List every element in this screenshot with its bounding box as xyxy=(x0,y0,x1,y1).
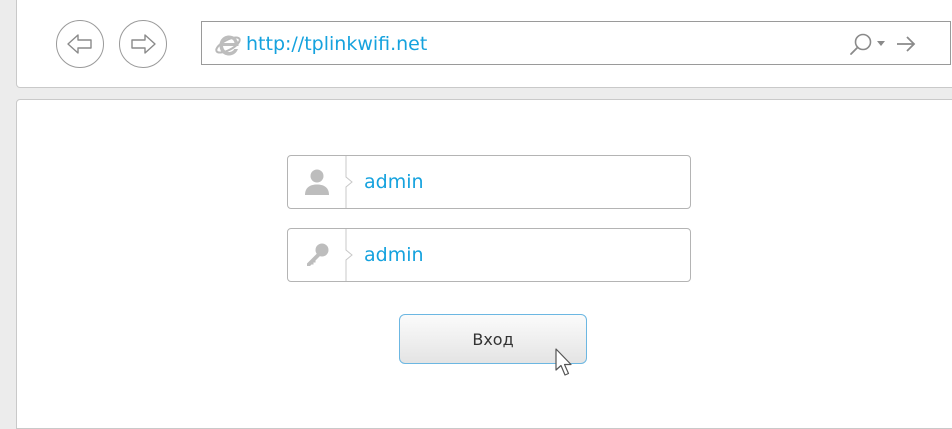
back-arrow-icon xyxy=(67,34,92,54)
username-value: admin xyxy=(364,171,424,193)
mouse-pointer-icon xyxy=(555,348,572,376)
back-button[interactable] xyxy=(56,20,104,68)
username-field[interactable]: admin xyxy=(287,155,691,209)
address-bar[interactable]: http://tplinkwifi.net xyxy=(201,21,951,65)
user-icon xyxy=(305,169,329,195)
password-value: admin xyxy=(364,244,424,266)
go-arrow-icon[interactable] xyxy=(895,34,917,54)
password-field[interactable]: admin xyxy=(287,228,691,282)
password-icon-cell xyxy=(288,229,346,281)
url-text: http://tplinkwifi.net xyxy=(246,33,428,55)
search-icon[interactable] xyxy=(848,32,874,58)
field-separator xyxy=(345,156,353,208)
forward-button[interactable] xyxy=(119,20,167,68)
internet-explorer-icon xyxy=(215,35,241,56)
forward-arrow-icon xyxy=(131,34,156,54)
chevron-down-icon[interactable] xyxy=(876,40,886,48)
browser-toolbar: http://tplinkwifi.net xyxy=(16,0,952,88)
login-button-label: Вход xyxy=(472,329,514,349)
key-icon xyxy=(307,243,329,266)
username-icon-cell xyxy=(288,156,346,208)
field-separator xyxy=(345,229,353,281)
login-page: admin admin Вход xyxy=(16,99,952,429)
